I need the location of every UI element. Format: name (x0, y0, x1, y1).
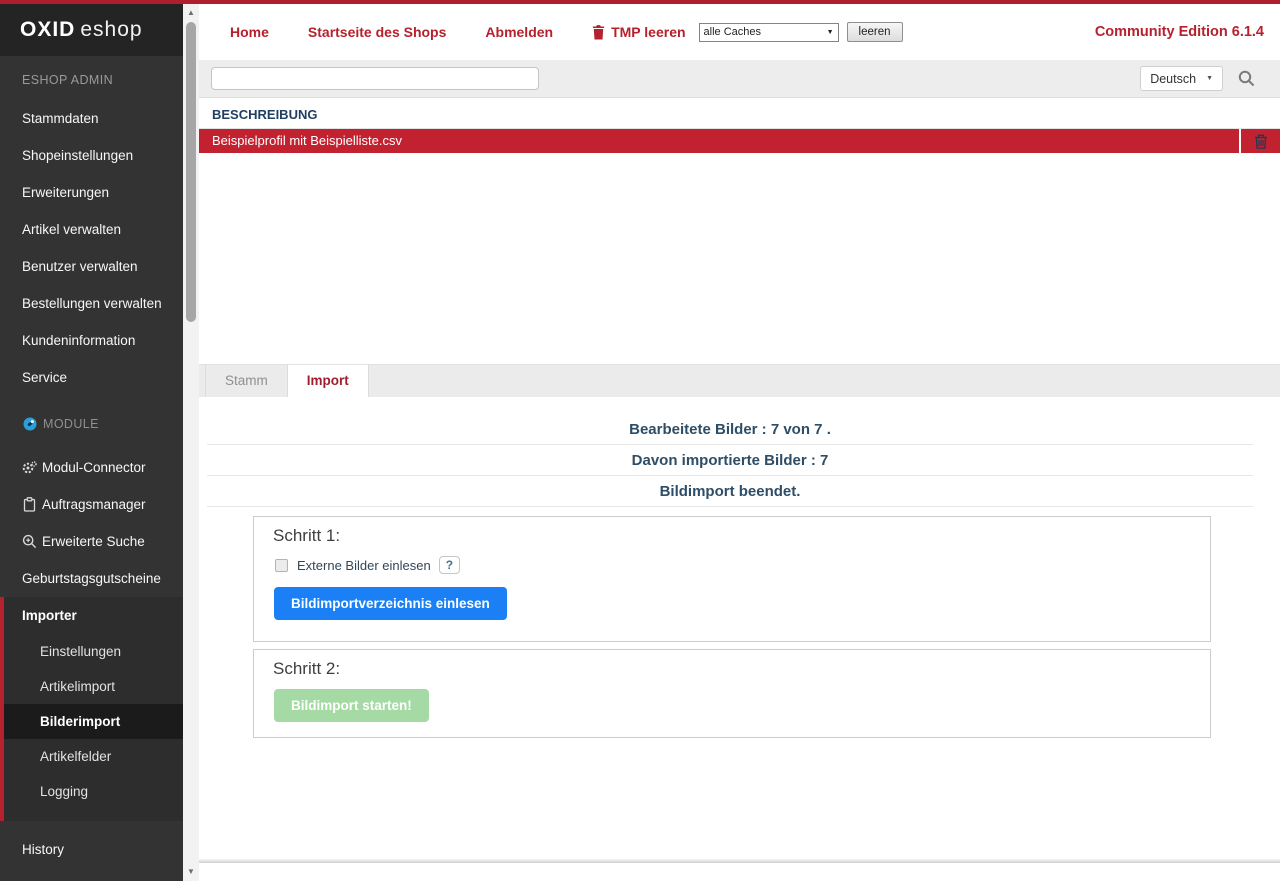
nav-link-abmelden[interactable]: Abmelden (485, 24, 553, 40)
scrollbar-up-arrow[interactable]: ▲ (183, 6, 199, 20)
list-column-header: BESCHREIBUNG (199, 98, 1280, 129)
delete-profile-button[interactable] (1241, 129, 1280, 153)
sidebar-item-logging[interactable]: Logging (4, 774, 183, 809)
sidebar-importer-block: Importer Einstellungen Artikelimport Bil… (0, 597, 183, 821)
logo-eshop: eshop (80, 18, 142, 42)
language-select-value: Deutsch (1150, 72, 1196, 86)
clipboard-icon (22, 497, 37, 512)
trash-icon (1254, 134, 1268, 149)
import-status-messages: Bearbeitete Bilder : 7 von 7 . Davon imp… (207, 414, 1253, 507)
trash-icon (592, 25, 605, 40)
module-section-label: MODULE (43, 417, 99, 431)
profile-row-label[interactable]: Beispielprofil mit Beispielliste.csv (199, 129, 1239, 153)
scrollbar-down-arrow[interactable]: ▼ (183, 865, 199, 879)
external-images-label: Externe Bilder einlesen (297, 558, 431, 573)
sidebar-item-history[interactable]: History (0, 831, 183, 868)
sidebar-spacer (0, 821, 183, 831)
step2-title: Schritt 2: (273, 659, 1191, 679)
module-icon (22, 417, 37, 432)
sidebar-item-importer[interactable]: Importer (4, 597, 183, 634)
tab-import[interactable]: Import (288, 365, 369, 397)
status-message-processed: Bearbeitete Bilder : 7 von 7 . (207, 414, 1253, 445)
sidebar-item-label: Erweiterte Suche (42, 523, 145, 560)
sidebar-item-bestellungen-verwalten[interactable]: Bestellungen verwalten (0, 285, 183, 322)
sidebar-item-bilderimport[interactable]: Bilderimport (4, 704, 183, 739)
sidebar: OXID eshop ESHOP ADMIN Stammdaten Shopei… (0, 4, 183, 881)
sidebar-item-label: Modul-Connector (42, 449, 146, 486)
sidebar-item-benutzer-verwalten[interactable]: Benutzer verwalten (0, 248, 183, 285)
sidebar-item-stammdaten[interactable]: Stammdaten (0, 100, 183, 137)
nav-link-shop-startseite[interactable]: Startseite des Shops (308, 24, 447, 40)
sidebar-spacer (0, 90, 183, 100)
search-input[interactable] (211, 67, 539, 90)
sidebar-spacer (0, 438, 183, 449)
sidebar-scrollbar[interactable]: ▲ ▼ (183, 4, 199, 881)
app-logo: OXID eshop (0, 4, 183, 56)
leeren-button[interactable]: leeren (847, 22, 903, 42)
step2-box: Schritt 2: Bildimport starten! (253, 649, 1211, 738)
step1-title: Schritt 1: (273, 526, 1191, 546)
edition-label: Community Edition 6.1.4 (1095, 24, 1264, 40)
sidebar-spacer (0, 396, 183, 410)
sidebar-item-artikel-verwalten[interactable]: Artikel verwalten (0, 211, 183, 248)
sidebar-item-erweiterungen[interactable]: Erweiterungen (0, 174, 183, 211)
sidebar-item-shopeinstellungen[interactable]: Shopeinstellungen (0, 137, 183, 174)
sidebar-item-partial-bottom[interactable]: Exporter (0, 868, 183, 881)
scrollbar-thumb[interactable] (186, 22, 196, 322)
chevron-down-icon: ▼ (1206, 75, 1213, 82)
status-message-imported: Davon importierte Bilder : 7 (207, 445, 1253, 476)
sidebar-item-geburtstagsgutscheine[interactable]: Geburtstagsgutscheine (0, 560, 183, 597)
sidebar-item-modul-connector[interactable]: Modul-Connector (0, 449, 183, 486)
help-button[interactable]: ? (439, 556, 460, 574)
tab-bar: Stamm Import (199, 364, 1280, 397)
sidebar-item-artikelfelder[interactable]: Artikelfelder (4, 739, 183, 774)
chevron-down-icon: ▼ (827, 29, 834, 36)
nav-link-home[interactable]: Home (230, 24, 269, 40)
cache-select[interactable]: alle Caches ▼ (699, 23, 839, 42)
content-spacer (199, 153, 1280, 364)
sidebar-item-auftragsmanager[interactable]: Auftragsmanager (0, 486, 183, 523)
tmp-leeren-label: TMP leeren (611, 24, 685, 40)
sidebar-item-einstellungen[interactable]: Einstellungen (4, 634, 183, 669)
magnifier-plus-icon (22, 534, 37, 549)
language-select[interactable]: Deutsch ▼ (1140, 66, 1223, 91)
external-images-checkbox[interactable] (275, 559, 288, 572)
top-navigation: Home Startseite des Shops Abmelden TMP l… (199, 4, 1280, 60)
status-message-finished: Bildimport beendet. (207, 476, 1253, 507)
cache-select-value: alle Caches (704, 26, 827, 38)
tab-stamm[interactable]: Stamm (205, 365, 288, 397)
profile-list-row: Beispielprofil mit Beispielliste.csv (199, 129, 1280, 153)
cogs-icon (22, 460, 37, 475)
sidebar-item-kundeninformation[interactable]: Kundeninformation (0, 322, 183, 359)
sidebar-section-module: MODULE (0, 410, 183, 438)
sidebar-item-artikelimport[interactable]: Artikelimport (4, 669, 183, 704)
sidebar-section-title: ESHOP ADMIN (0, 70, 183, 90)
step1-box: Schritt 1: Externe Bilder einlesen ? Bil… (253, 516, 1211, 642)
sidebar-main-nav: Stammdaten Shopeinstellungen Erweiterung… (0, 100, 183, 396)
logo-oxid: OXID (20, 18, 75, 42)
oxid-admin-page: OXID eshop ESHOP ADMIN Stammdaten Shopei… (0, 0, 1280, 881)
sidebar-item-label: Auftragsmanager (42, 486, 146, 523)
read-import-directory-button[interactable]: Bildimportverzeichnis einlesen (274, 587, 507, 620)
search-bar: Deutsch ▼ (199, 60, 1280, 98)
sidebar-item-service[interactable]: Service (0, 359, 183, 396)
start-image-import-button[interactable]: Bildimport starten! (274, 689, 429, 722)
search-icon[interactable] (1238, 70, 1255, 87)
tmp-leeren-link[interactable]: TMP leeren (592, 24, 685, 40)
sidebar-item-erweiterte-suche[interactable]: Erweiterte Suche (0, 523, 183, 560)
main-panel: Home Startseite des Shops Abmelden TMP l… (199, 4, 1280, 881)
external-images-option: Externe Bilder einlesen ? (275, 556, 1191, 574)
